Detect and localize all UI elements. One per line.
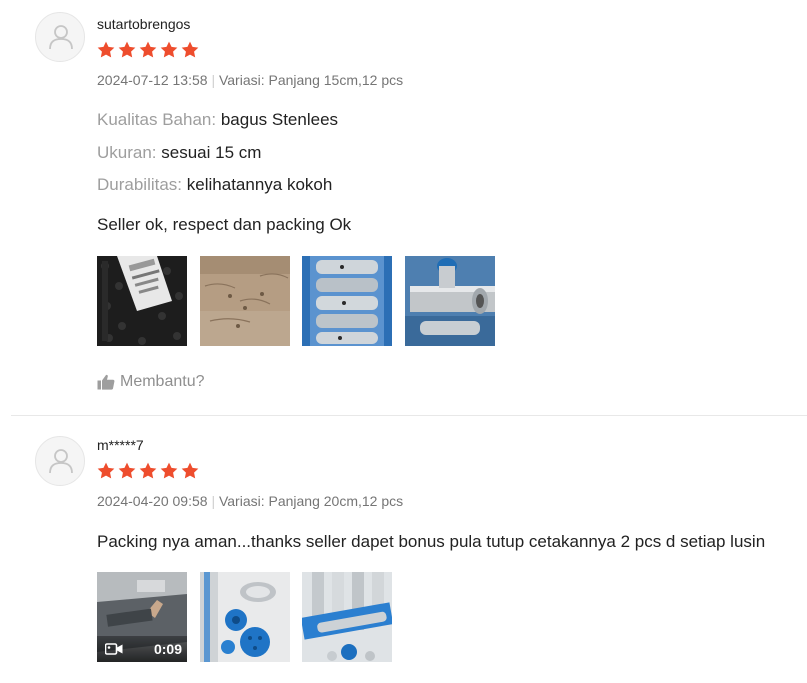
attribute-quality: Kualitas Bahan: bagus Stenlees xyxy=(97,110,338,130)
review-meta: 2024-04-20 09:58 | Variasi: Panjang 20cm… xyxy=(97,493,403,509)
attribute-durability: Durabilitas: kelihatannya kokoh xyxy=(97,175,332,195)
star-icon xyxy=(139,462,157,479)
star-icon xyxy=(97,462,115,479)
review-comment: Seller ok, respect dan packing Ok xyxy=(97,215,352,234)
review-photo-thumbnail[interactable] xyxy=(97,256,187,346)
star-icon xyxy=(118,462,136,479)
avatar[interactable] xyxy=(35,12,85,62)
star-icon xyxy=(181,462,199,479)
meta-separator: | xyxy=(211,72,216,88)
attribute-key: Ukuran: xyxy=(97,143,157,162)
reviewer-username: m*****7 xyxy=(97,437,144,453)
rating-stars xyxy=(97,41,199,59)
helpful-button[interactable]: Membantu? xyxy=(97,373,205,391)
reviewer-username: sutartobrengos xyxy=(97,16,191,32)
star-icon xyxy=(160,41,178,58)
attribute-size: Ukuran: sesuai 15 cm xyxy=(97,143,261,163)
thumbs-up-icon xyxy=(97,374,115,390)
avatar[interactable] xyxy=(35,436,85,486)
star-icon xyxy=(181,41,199,58)
attribute-key: Durabilitas: xyxy=(97,175,183,194)
star-icon xyxy=(118,41,136,58)
review-date: 2024-04-20 09:58 xyxy=(97,493,208,509)
attribute-value: sesuai 15 cm xyxy=(161,143,262,162)
review-photo-thumbnail[interactable] xyxy=(302,572,392,662)
review-photo-thumbnail[interactable] xyxy=(405,256,495,346)
user-placeholder-icon xyxy=(49,449,73,474)
video-duration: 0:09 xyxy=(153,641,182,657)
review-comment: Packing nya aman...thanks seller dapet b… xyxy=(97,532,766,551)
attribute-key: Kualitas Bahan: xyxy=(97,110,217,129)
star-icon xyxy=(139,41,157,58)
review-variation: Variasi: Panjang 20cm,12 pcs xyxy=(218,493,404,509)
video-overlay: 0:09 xyxy=(97,636,187,662)
review-date: 2024-07-12 13:58 xyxy=(97,72,208,88)
helpful-label: Membantu? xyxy=(120,373,205,390)
review-photo-thumbnail[interactable] xyxy=(200,572,290,662)
rating-stars xyxy=(97,462,199,480)
user-placeholder-icon xyxy=(49,25,73,50)
review-variation: Variasi: Panjang 15cm,12 pcs xyxy=(218,72,404,88)
video-camera-icon xyxy=(105,643,123,655)
attribute-value: kelihatannya kokoh xyxy=(186,175,333,194)
review-divider xyxy=(11,415,807,416)
review-meta: 2024-07-12 13:58 | Variasi: Panjang 15cm… xyxy=(97,72,403,88)
star-icon xyxy=(160,462,178,479)
attribute-value: bagus Stenlees xyxy=(220,110,339,129)
meta-separator: | xyxy=(211,493,216,509)
review-photo-thumbnail[interactable] xyxy=(200,256,290,346)
star-icon xyxy=(97,41,115,58)
review-video-thumbnail[interactable]: 0:09 xyxy=(97,572,187,662)
review-photo-thumbnail[interactable] xyxy=(302,256,392,346)
